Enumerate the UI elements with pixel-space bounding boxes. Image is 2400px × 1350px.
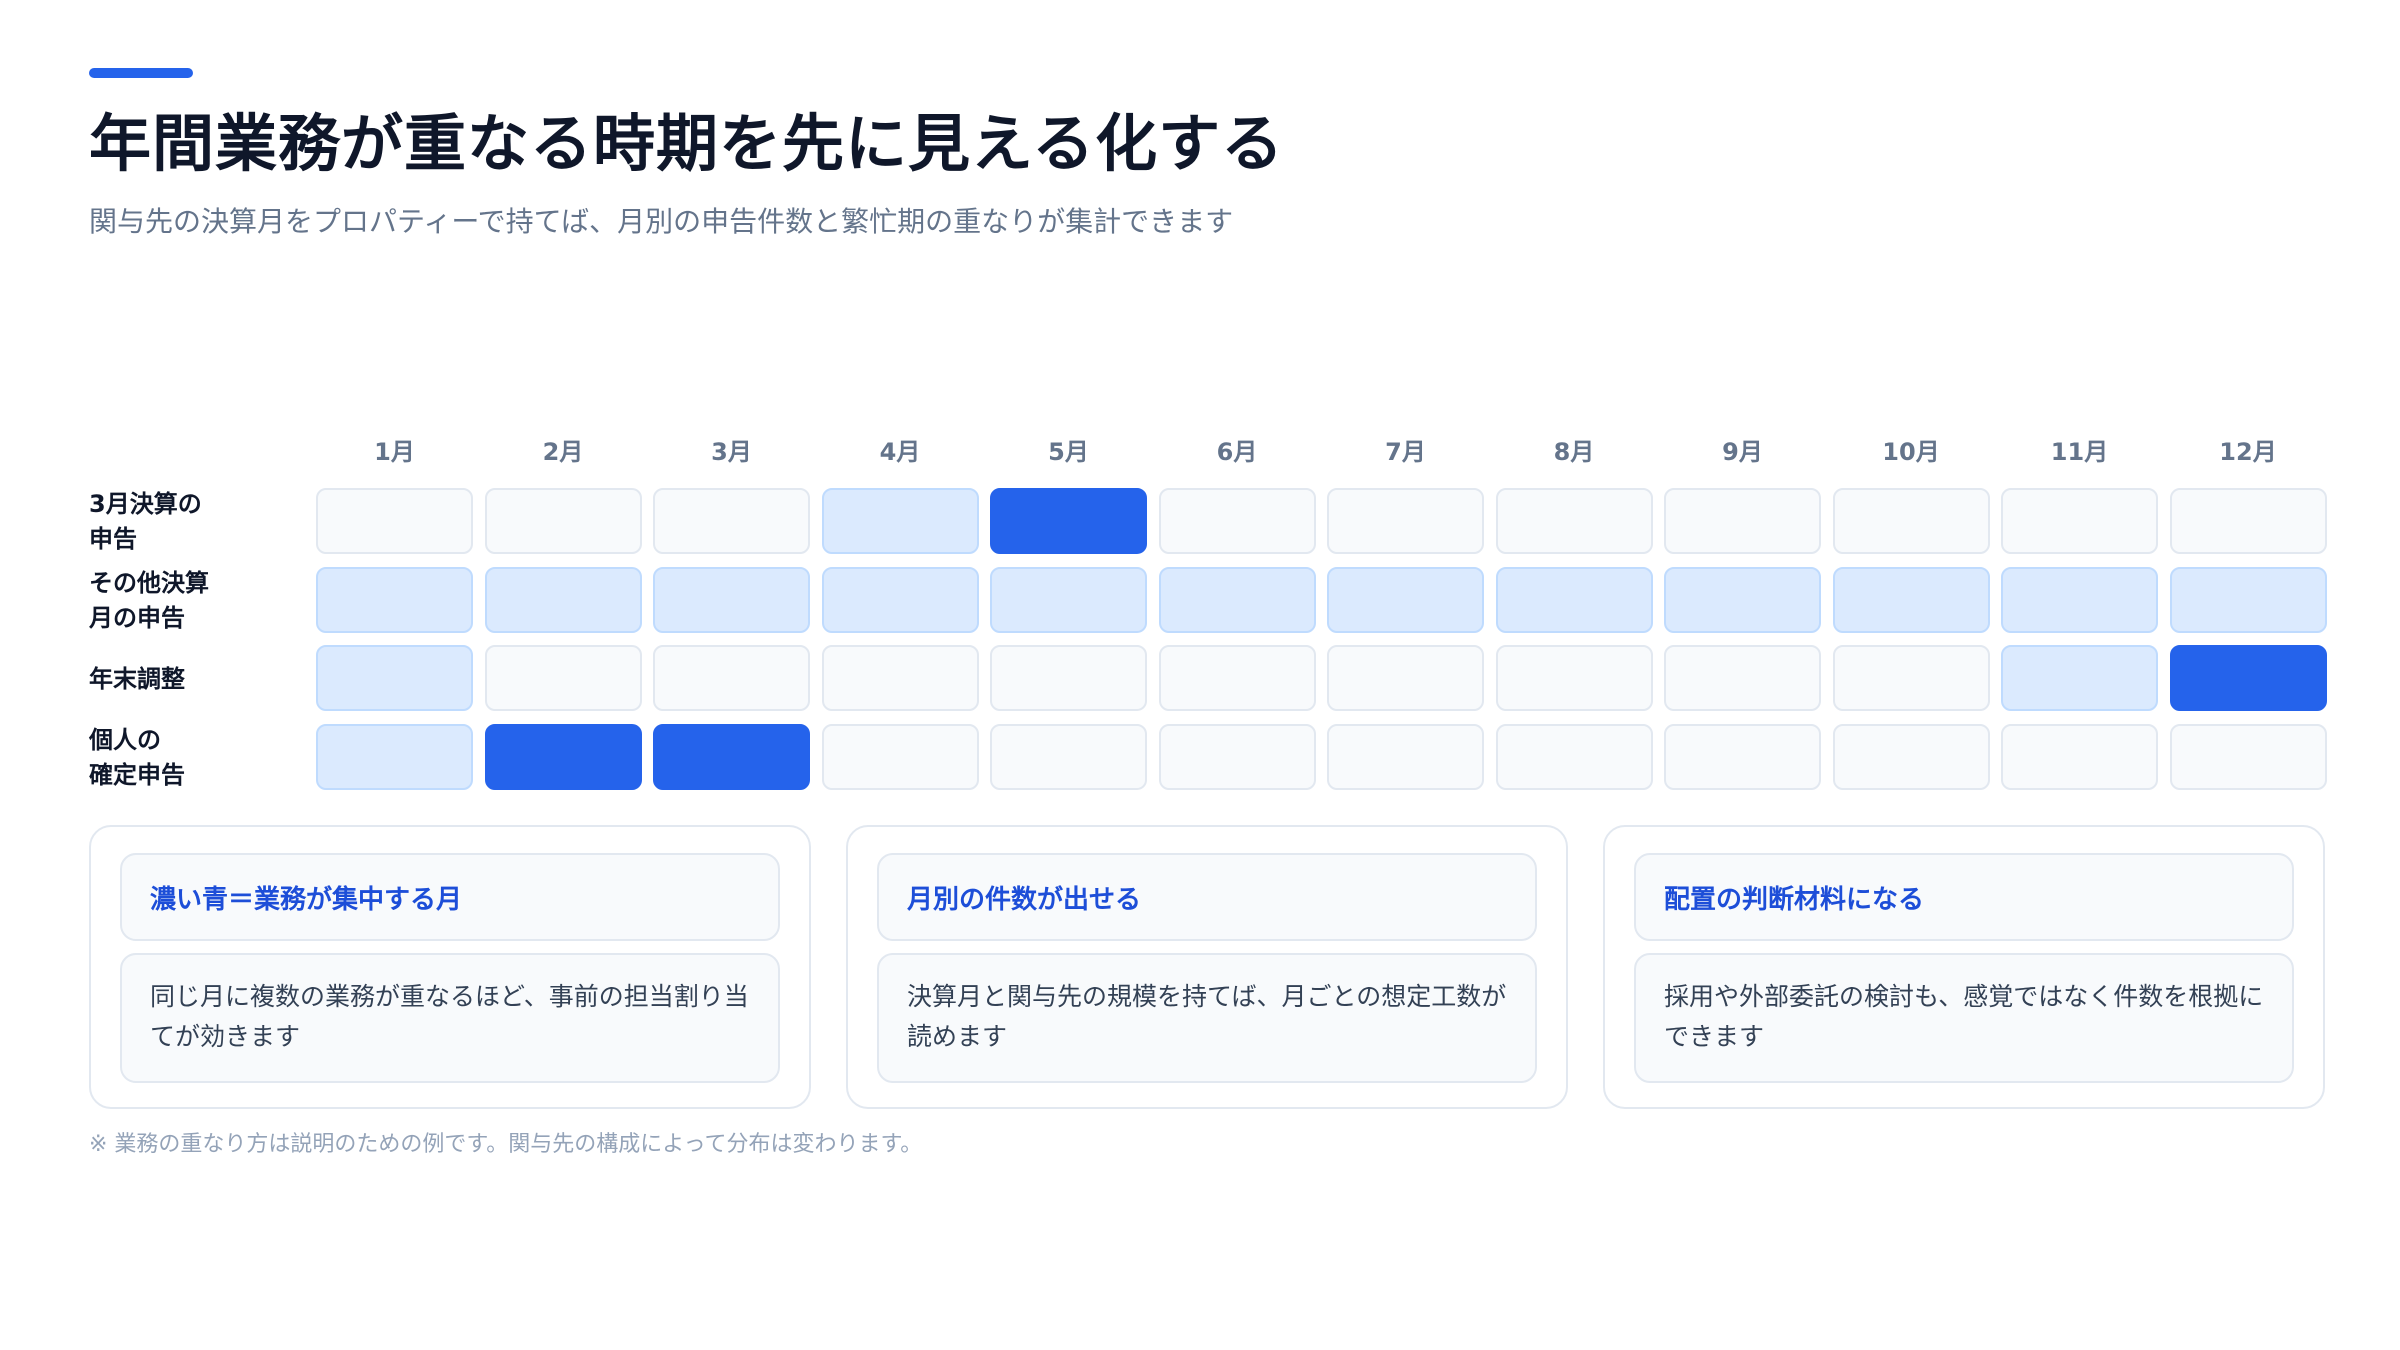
row-label-line: 年末調整 <box>89 664 185 693</box>
heatmap-cell <box>2001 645 2158 711</box>
heatmap-cell <box>1327 488 1484 554</box>
heatmap-cell <box>1495 723 1653 790</box>
heatmap-cell <box>990 488 1147 554</box>
heatmap-cell <box>821 566 979 633</box>
card-concentration: 濃い青＝業務が集中する月 同じ月に複数の業務が重なるほど、事前の担当割り当てが効… <box>89 825 811 1109</box>
card-heading: 濃い青＝業務が集中する月 <box>120 853 780 941</box>
row-label-line: 個人の <box>89 725 161 754</box>
month-header: 1月 2月 3月 4月 5月 6月 7月 8月 9月 10月 11月 12月 <box>89 430 2325 478</box>
heatmap-cell <box>484 645 642 711</box>
heatmap-cell <box>653 488 810 554</box>
heatmap-cell <box>316 723 473 790</box>
month-label: 8月 <box>1553 438 1595 466</box>
heatmap-cell <box>2169 723 2327 790</box>
heatmap-cell <box>2001 566 2158 633</box>
heatmap-cell <box>990 566 1147 633</box>
heatmap-cell <box>2169 566 2327 633</box>
row-label-line: 確定申告 <box>89 760 185 789</box>
row-label: 3月決算の申告 <box>89 488 299 556</box>
page-subtitle: 関与先の決算月をプロパティーで持てば、月別の申告件数と繁忙期の重なりが集計できま… <box>89 205 1234 238</box>
heatmap-cell <box>1158 645 1316 711</box>
heatmap-cell <box>1664 723 1821 790</box>
footnote: ※ 業務の重なり方は説明のための例です。関与先の構成によって分布は変わります。 <box>89 1132 923 1157</box>
month-label: 1月 <box>374 438 415 466</box>
page-title: 年間業務が重なる時期を先に見える化する <box>89 107 1285 180</box>
month-label: 6月 <box>1216 438 1258 466</box>
heatmap-cell <box>653 723 810 790</box>
heatmap-cell <box>653 566 810 633</box>
month-label: 5月 <box>1048 438 1089 466</box>
heatmap-cell <box>1158 566 1316 633</box>
month-label: 12月 <box>2219 438 2277 466</box>
heatmap-cell <box>2001 488 2158 554</box>
month-label: 7月 <box>1385 438 1426 466</box>
month-label: 4月 <box>879 438 921 466</box>
heatmap-cell <box>1832 488 1990 554</box>
heatmap-cell <box>653 645 810 711</box>
heatmap-cell <box>990 723 1147 790</box>
month-label: 9月 <box>1722 438 1763 466</box>
heatmap-cell <box>1327 723 1484 790</box>
heatmap-cell <box>2169 488 2327 554</box>
row-label-line: 3月決算の <box>89 490 202 518</box>
heatmap-cell <box>1158 723 1316 790</box>
month-label: 10月 <box>1882 438 1940 466</box>
explanation-cards: 濃い青＝業務が集中する月 同じ月に複数の業務が重なるほど、事前の担当割り当てが効… <box>89 825 2325 1109</box>
heatmap-cell <box>1327 566 1484 633</box>
card-staffing-decision: 配置の判断材料になる 採用や外部委託の検討も、感覚ではなく件数を根拠にできます <box>1603 825 2325 1109</box>
heatmap-cell <box>821 723 979 790</box>
heatmap-cell <box>1664 645 1821 711</box>
card-monthly-count: 月別の件数が出せる 決算月と関与先の規模を持てば、月ごとの想定工数が読めます <box>846 825 1568 1109</box>
heatmap-cell <box>821 645 979 711</box>
heatmap-cell <box>1664 488 1821 554</box>
heatmap-cell <box>484 488 642 554</box>
heatmap-cell <box>2169 645 2327 711</box>
heatmap-cell <box>1495 566 1653 633</box>
card-body: 決算月と関与先の規模を持てば、月ごとの想定工数が読めます <box>877 953 1537 1083</box>
heatmap-cell <box>484 566 642 633</box>
card-body: 採用や外部委託の検討も、感覚ではなく件数を根拠にできます <box>1634 953 2294 1083</box>
month-label: 3月 <box>711 438 752 466</box>
row-label: 年末調整 <box>89 645 299 713</box>
row-label-line: その他決算 <box>89 568 209 597</box>
row-label-line: 申告 <box>89 525 137 553</box>
month-label: 11月 <box>2050 438 2109 466</box>
row-label-line: 月の申告 <box>89 603 185 632</box>
heatmap-cell <box>316 488 473 554</box>
heatmap-cell <box>484 723 642 790</box>
heatmap-cell <box>1158 488 1316 554</box>
heatmap-cell <box>1664 566 1821 633</box>
heatmap-cell <box>1832 723 1990 790</box>
accent-bar <box>89 68 193 78</box>
month-label: 2月 <box>542 438 584 466</box>
row-label: 個人の 確定申告 <box>89 724 299 792</box>
card-body: 同じ月に複数の業務が重なるほど、事前の担当割り当てが効きます <box>120 953 780 1083</box>
heatmap-cell <box>2001 723 2158 790</box>
heatmap-cell <box>1832 566 1990 633</box>
heatmap-cell <box>990 645 1147 711</box>
heatmap-cell <box>316 566 473 633</box>
heatmap-cell <box>1495 488 1653 554</box>
heatmap-cell <box>821 488 979 554</box>
heatmap-cell <box>1327 645 1484 711</box>
card-heading: 配置の判断材料になる <box>1634 853 2294 941</box>
row-label: その他決算 月の申告 <box>89 567 299 635</box>
heatmap-cell <box>1495 645 1653 711</box>
card-heading: 月別の件数が出せる <box>877 853 1537 941</box>
heatmap-cell <box>316 645 473 711</box>
heatmap-cell <box>1832 645 1990 711</box>
